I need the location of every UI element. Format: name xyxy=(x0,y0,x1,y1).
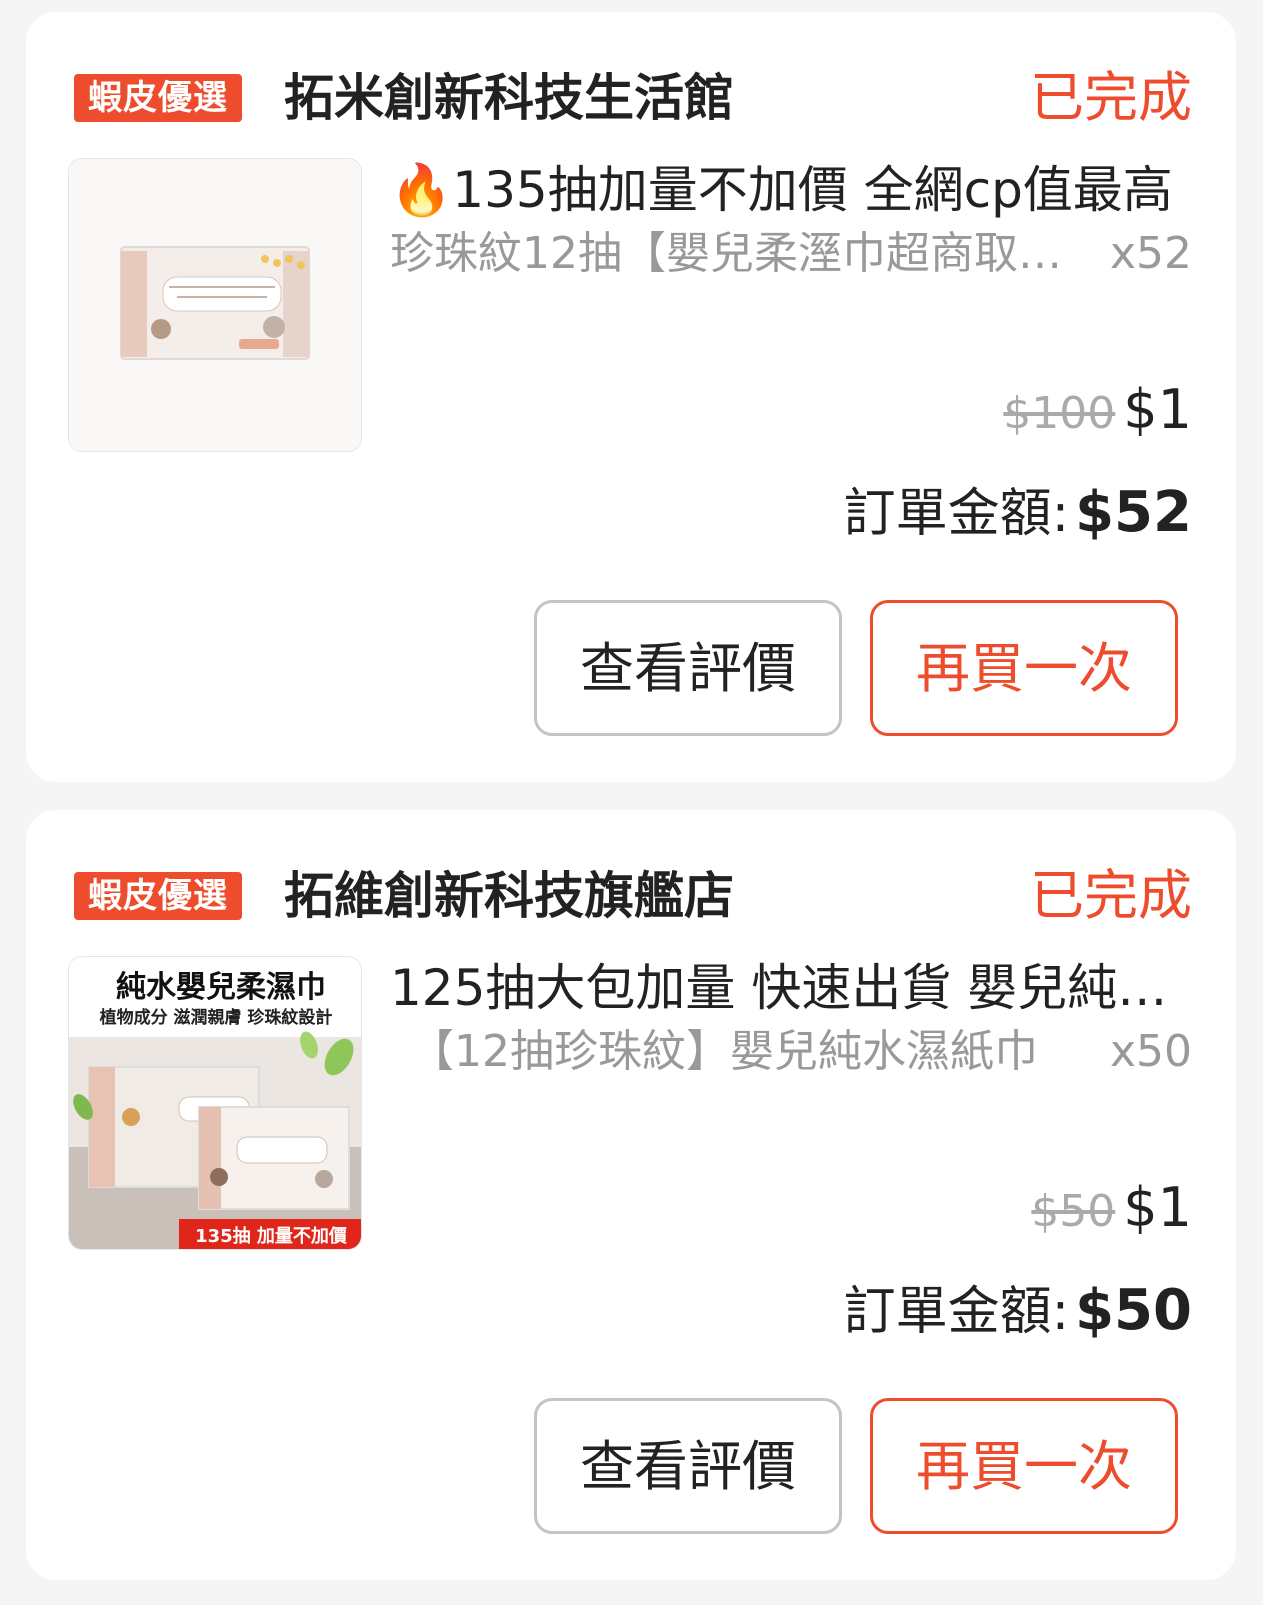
order-total-row: 訂單金額: $52 xyxy=(844,478,1192,561)
order-total-label: 訂單金額: xyxy=(843,484,1070,544)
preferred-badge: 蝦皮優選 xyxy=(74,872,242,920)
shop-name[interactable]: 拓米創新科技生活館 xyxy=(284,68,734,128)
product-info[interactable]: 🔥135抽加量不加價 全網cp值最高 珍珠紋12抽【嬰兒柔溼巾超商取貨】 x52 xyxy=(390,158,1192,286)
order-status: 已完成 xyxy=(1030,66,1192,129)
variant-row: 【12抽珍珠紋】嬰兒純水濕紙巾 x50 xyxy=(390,1020,1192,1084)
order-total-amount: $52 xyxy=(1075,480,1192,545)
product-quantity: x50 xyxy=(1109,1026,1192,1077)
order-card[interactable]: 蝦皮優選 拓維創新科技旗艦店 已完成 純水嬰兒柔濕巾 植物成分 滋潤親膚 珍珠紋… xyxy=(26,810,1236,1580)
view-review-button[interactable]: 查看評價 xyxy=(534,600,842,736)
promo-subline: 植物成分 滋潤親膚 珍珠紋設計 xyxy=(100,1007,333,1028)
promo-headline: 純水嬰兒柔濕巾 xyxy=(116,970,326,1005)
sale-price: $1 xyxy=(1123,378,1192,441)
product-title[interactable]: 🔥135抽加量不加價 全網cp值最高 xyxy=(390,158,1192,222)
product-info[interactable]: 125抽大包加量 快速出貨 嬰兒純水濕紙巾 【12抽珍珠紋】嬰兒純水濕紙巾 x5… xyxy=(390,956,1192,1084)
price-row: $100 $1 xyxy=(1003,378,1192,455)
shop-name[interactable]: 拓維創新科技旗艦店 xyxy=(284,866,734,926)
order-total-amount: $50 xyxy=(1075,1278,1192,1343)
promo-banner: 135抽 加量不加價 xyxy=(195,1225,348,1247)
product-title[interactable]: 125抽大包加量 快速出貨 嬰兒純水濕紙巾 xyxy=(390,956,1192,1020)
order-total-label: 訂單金額: xyxy=(843,1282,1070,1342)
price-row: $50 $1 xyxy=(1031,1176,1192,1253)
product-variant: 【12抽珍珠紋】嬰兒純水濕紙巾 xyxy=(410,1026,1038,1077)
wipes-promo-image: 純水嬰兒柔濕巾 植物成分 滋潤親膚 珍珠紋設計 135抽 加量不加價 xyxy=(69,957,361,1249)
original-price: $100 xyxy=(1003,388,1116,439)
wipes-pack-icon xyxy=(69,159,361,451)
order-status: 已完成 xyxy=(1030,864,1192,927)
view-review-button[interactable]: 查看評價 xyxy=(534,1398,842,1534)
preferred-badge: 蝦皮優選 xyxy=(74,74,242,122)
product-variant: 珍珠紋12抽【嬰兒柔溼巾超商取貨】 xyxy=(390,228,1062,279)
product-image[interactable] xyxy=(68,158,362,452)
product-quantity: x52 xyxy=(1109,228,1192,279)
order-card[interactable]: 蝦皮優選 拓米創新科技生活館 已完成 🔥135抽加量不加價 全網cp值最高 珍珠… xyxy=(26,12,1236,782)
sale-price: $1 xyxy=(1123,1176,1192,1239)
shop-header: 蝦皮優選 拓維創新科技旗艦店 已完成 xyxy=(74,856,1192,936)
order-total-row: 訂單金額: $50 xyxy=(844,1276,1192,1359)
shop-header: 蝦皮優選 拓米創新科技生活館 已完成 xyxy=(74,58,1192,138)
original-price: $50 xyxy=(1031,1186,1116,1237)
buy-again-button[interactable]: 再買一次 xyxy=(870,600,1178,736)
product-image[interactable]: 純水嬰兒柔濕巾 植物成分 滋潤親膚 珍珠紋設計 135抽 加量不加價 xyxy=(68,956,362,1250)
buy-again-button[interactable]: 再買一次 xyxy=(870,1398,1178,1534)
variant-row: 珍珠紋12抽【嬰兒柔溼巾超商取貨】 x52 xyxy=(390,222,1192,286)
